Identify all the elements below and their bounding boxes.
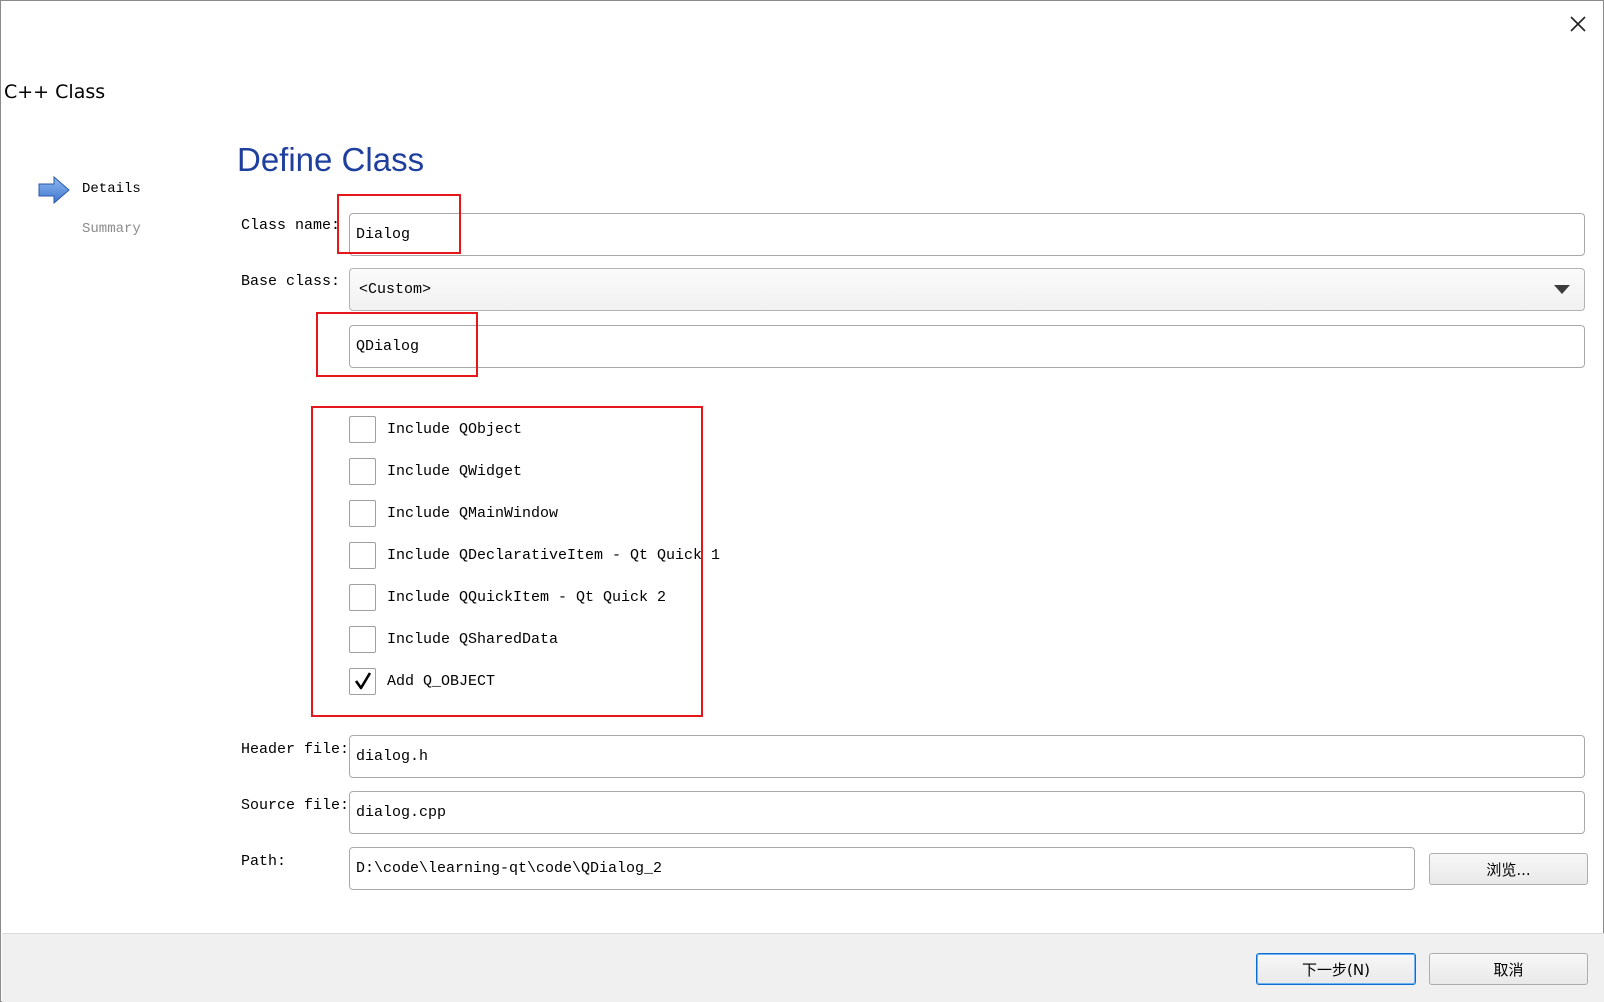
header-file-value: dialog.h [356,748,429,765]
class-name-input[interactable]: Dialog [349,213,1585,256]
path-input[interactable]: D:\code\learning-qt\code\QDialog_2 [349,847,1415,890]
checkbox-label: Include QSharedData [387,630,559,648]
include-qwidget-checkbox-row[interactable]: Include QWidget [349,457,522,485]
checkbox[interactable] [349,457,376,485]
next-button[interactable]: 下一步(N) [1256,953,1416,985]
arrow-right-icon [38,175,70,205]
checkbox-label: Include QObject [387,420,523,438]
wizard-title: C++ Class [4,81,106,103]
checkbox-label: Include QMainWindow [387,504,559,522]
source-file-value: dialog.cpp [356,804,447,821]
class-name-label: Class name: [241,217,341,234]
header-file-input[interactable]: dialog.h [349,735,1585,778]
checkbox-label: Include QWidget [387,462,523,480]
checkbox[interactable] [349,625,376,653]
checkbox-label: Include QQuickItem - Qt Quick 2 [387,588,667,606]
close-icon [1570,16,1586,32]
base-class-label: Base class: [241,273,341,290]
include-qshareddata-checkbox-row[interactable]: Include QSharedData [349,625,558,653]
nav-step-label: Details [82,181,141,197]
checkbox[interactable] [349,499,376,527]
path-value: D:\code\learning-qt\code\QDialog_2 [356,860,663,877]
header-file-label: Header file: [241,741,350,758]
base-class-selected-value: <Custom> [359,281,432,298]
include-qquickitem-checkbox-row[interactable]: Include QQuickItem - Qt Quick 2 [349,583,666,611]
include-qdeclarativeitem-checkbox-row[interactable]: Include QDeclarativeItem - Qt Quick 1 [349,541,720,569]
cancel-button[interactable]: 取消 [1429,953,1588,985]
checkbox-label: Include QDeclarativeItem - Qt Quick 1 [387,546,721,564]
checkmark-icon [354,672,371,690]
custom-base-class-input[interactable]: QDialog [349,325,1585,368]
class-name-value: Dialog [356,226,411,243]
chevron-down-icon [1554,285,1570,294]
page-title: Define Class [237,141,425,178]
checkbox[interactable] [349,667,376,695]
checkbox-label: Add Q_OBJECT [387,672,496,690]
checkbox[interactable] [349,541,376,569]
wizard-window: C++ Class Details Summary Define Class C… [0,0,1604,1002]
source-file-label: Source file: [241,797,350,814]
source-file-input[interactable]: dialog.cpp [349,791,1585,834]
base-class-select[interactable]: <Custom> [349,268,1585,311]
browse-button[interactable]: 浏览... [1429,853,1588,885]
include-qobject-checkbox-row[interactable]: Include QObject [349,415,522,443]
include-qmainwindow-checkbox-row[interactable]: Include QMainWindow [349,499,558,527]
nav-step-label: Summary [82,221,141,237]
add-q-object-checkbox-row[interactable]: Add Q_OBJECT [349,667,495,695]
path-label: Path: [241,853,287,870]
checkbox[interactable] [349,583,376,611]
custom-base-class-value: QDialog [356,338,420,355]
close-button[interactable] [1561,9,1595,39]
checkbox[interactable] [349,415,376,443]
